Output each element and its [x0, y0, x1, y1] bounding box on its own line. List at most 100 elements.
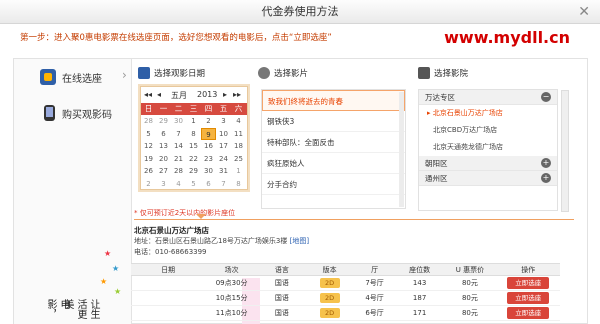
slogan-col2: 让生活更美	[62, 299, 99, 319]
calendar-day[interactable]: 29	[186, 165, 201, 178]
calendar-header: ◂◂ ◂ 五月 2013 ▸ ▸▸	[141, 87, 247, 103]
star-icon: ★	[100, 277, 108, 286]
section-cinema: 选择影院	[418, 67, 468, 79]
star-icon: ★	[104, 249, 112, 258]
calendar-month[interactable]: 五月	[171, 90, 187, 101]
calendar-day[interactable]: 10	[216, 128, 231, 141]
calendar-day[interactable]: 30	[171, 115, 186, 128]
calendar-day[interactable]: 28	[171, 165, 186, 178]
calendar-day[interactable]: 13	[156, 140, 171, 153]
calendar-day[interactable]: 17	[216, 140, 231, 153]
prev-year-icon[interactable]: ◂◂	[144, 90, 152, 99]
calendar-day[interactable]: 23	[201, 153, 216, 166]
calendar-day[interactable]: 1	[186, 115, 201, 128]
calendar-day[interactable]: 15	[186, 140, 201, 153]
movie-list-scrollbar[interactable]	[399, 92, 404, 207]
calendar-day[interactable]: 19	[141, 153, 156, 166]
movie-item[interactable]: 致我们终将逝去的青春	[262, 90, 405, 111]
schedule-cell-date	[131, 290, 206, 306]
step-instruction: 第一步：进入聚0惠电影票在线选座页面，选好您想观看的电影后，点击“立即选座”	[20, 33, 332, 43]
calendar-day[interactable]: 3	[216, 115, 231, 128]
movie-item[interactable]: 特种部队：全面反击	[262, 132, 405, 153]
schedule-value: 10点15分	[215, 294, 248, 302]
calendar-day[interactable]: 21	[171, 153, 186, 166]
calendar-day[interactable]: 1	[231, 165, 246, 178]
schedule-cell-hall: 6号厅	[353, 305, 396, 321]
calendar-day[interactable]: 25	[231, 153, 246, 166]
calendar-day[interactable]: 2	[141, 178, 156, 191]
weekday-label: 三	[189, 104, 198, 113]
calendar-day[interactable]: 7	[171, 128, 186, 141]
weekday-label: 二	[174, 104, 183, 113]
movie-item[interactable]: 疯狂原始人	[262, 153, 405, 174]
area-header[interactable]: 万达专区 −	[419, 90, 557, 105]
select-seat-button[interactable]: 立即选座	[507, 307, 550, 319]
calendar-day[interactable]: 7	[216, 178, 231, 191]
calendar-day[interactable]: 12	[141, 140, 156, 153]
calendar-day[interactable]: 14	[171, 140, 186, 153]
calendar-day[interactable]: 9	[201, 127, 216, 140]
cinema-list-scrollbar[interactable]	[561, 90, 569, 212]
nav-item-buy-code[interactable]: 购买观影码	[14, 97, 132, 127]
calendar-day[interactable]: 5	[141, 128, 156, 141]
schedule-cell-lang: 国语	[258, 275, 306, 291]
calendar-day[interactable]: 29	[156, 115, 171, 128]
calendar-day[interactable]: 4	[171, 178, 186, 191]
cinema-phone: 电话：010-68663399	[134, 248, 207, 256]
calendar-day[interactable]: 8	[231, 178, 246, 191]
weekday-label: 日	[144, 104, 153, 113]
cinema-icon	[418, 67, 430, 79]
cinema-address: 地址：石景山区石景山路乙18号万达广场娱乐3楼 [地图]	[134, 236, 309, 246]
schedule-cell-action: 立即选座	[496, 275, 560, 291]
calendar-day[interactable]: 16	[201, 140, 216, 153]
cinema-list: 万达专区 − ▸ 北京石景山万达广场店 北京CBD万达广场店北京天通苑龙德广场店朝阳区…	[418, 89, 569, 212]
plus-icon[interactable]: +	[541, 173, 551, 183]
calendar-day[interactable]: 26	[141, 165, 156, 178]
schedule-value: 国语	[274, 309, 289, 317]
prev-month-icon[interactable]: ◂	[157, 90, 161, 99]
movie-item[interactable]: 钢铁侠3	[262, 111, 405, 132]
divider	[134, 219, 574, 220]
area-header[interactable]: 朝阳区 +	[419, 156, 557, 171]
area-header[interactable]: 通州区 +	[419, 171, 557, 186]
calendar-day[interactable]: 5	[186, 178, 201, 191]
cinema-item-label: 北京天通苑龙德广场店	[433, 143, 503, 151]
calendar-day[interactable]: 18	[231, 140, 246, 153]
close-icon[interactable]: ✕	[578, 0, 590, 24]
calendar-day[interactable]: 11	[231, 128, 246, 141]
map-link[interactable]: [地图]	[290, 237, 309, 245]
date-calendar: ◂◂ ◂ 五月 2013 ▸ ▸▸ 日一二三四五六 28 29 30 1 2 3 4 5 6 7 8…	[140, 86, 248, 190]
calendar-day[interactable]: 20	[156, 153, 171, 166]
calendar-year[interactable]: 2013	[197, 90, 217, 99]
calendar-day[interactable]: 3	[156, 178, 171, 191]
nav-item-online-seat[interactable]: 在线选座 ›	[14, 61, 132, 91]
select-seat-button[interactable]: 立即选座	[507, 292, 550, 304]
cinema-item[interactable]: 北京天通苑龙德广场店	[419, 139, 557, 156]
calendar-day[interactable]: 6	[201, 178, 216, 191]
select-seat-button[interactable]: 立即选座	[507, 277, 550, 289]
schedule-cell-ver: 2D	[305, 305, 354, 321]
cinema-item[interactable]: 北京CBD万达广场店	[419, 122, 557, 139]
schedule-cell-price: 80元	[443, 305, 497, 321]
calendar-day[interactable]: 27	[156, 165, 171, 178]
calendar-day[interactable]: 31	[216, 165, 231, 178]
calendar-day[interactable]: 24	[216, 153, 231, 166]
calendar-day[interactable]: 4	[231, 115, 246, 128]
schedule-cell-time: 11点10分	[205, 305, 259, 321]
weekday-label: 四	[204, 104, 213, 113]
next-month-icon[interactable]: ▸	[223, 90, 227, 99]
calendar-day[interactable]: 28	[141, 115, 156, 128]
calendar-day[interactable]: 30	[201, 165, 216, 178]
calendar-day[interactable]: 6	[156, 128, 171, 141]
movie-item[interactable]: 分手合约	[262, 174, 405, 195]
schedule-value: 6号厅	[365, 309, 384, 317]
calendar-day[interactable]: 8	[186, 128, 201, 141]
schedule-value: 11点10分	[215, 309, 248, 317]
cinema-item[interactable]: ▸ 北京石景山万达广场店	[419, 105, 557, 122]
minus-icon[interactable]: −	[541, 92, 551, 102]
calendar-day[interactable]: 22	[186, 153, 201, 166]
next-year-icon[interactable]: ▸▸	[233, 90, 241, 99]
plus-icon[interactable]: +	[541, 158, 551, 168]
cinema-item-label: 北京石景山万达广场店	[432, 109, 503, 117]
calendar-day[interactable]: 2	[201, 115, 216, 128]
